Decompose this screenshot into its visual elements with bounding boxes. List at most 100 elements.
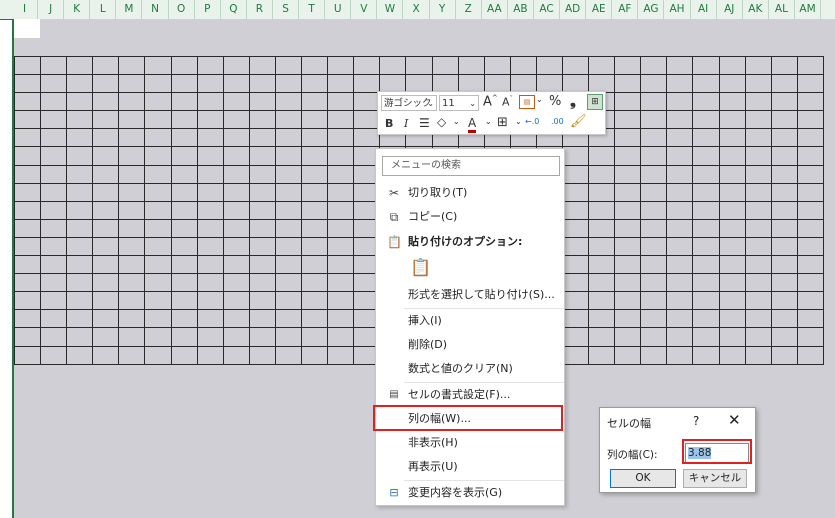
grid-cell[interactable] — [718, 164, 746, 184]
menu-item-unhide[interactable]: 再表示(U) — [376, 456, 564, 478]
grid-cell[interactable] — [301, 327, 329, 347]
grid-cell[interactable] — [744, 309, 772, 329]
grid-cell[interactable] — [13, 345, 42, 365]
grid-cell[interactable] — [92, 327, 120, 347]
grid-cell[interactable] — [118, 218, 146, 238]
grid-cell[interactable] — [92, 309, 120, 329]
grid-cell[interactable] — [666, 273, 694, 293]
borders-icon[interactable]: ⊞ — [497, 115, 508, 130]
grid-cell[interactable] — [301, 128, 329, 148]
grid-cell[interactable] — [588, 164, 616, 184]
font-name-select[interactable]: 游ゴシック ⌄ — [381, 95, 437, 111]
grid-cell[interactable] — [666, 146, 694, 166]
menu-item-hide[interactable]: 非表示(H) — [376, 432, 564, 454]
grid-cell[interactable] — [222, 218, 250, 238]
grid-cell[interactable] — [692, 273, 720, 293]
grid-cell[interactable] — [692, 74, 720, 94]
grid-cell[interactable] — [718, 128, 746, 148]
grid-cell[interactable] — [718, 218, 746, 238]
column-header-L[interactable]: L — [90, 0, 117, 19]
grid-cell[interactable] — [144, 55, 172, 76]
grid-cell[interactable] — [144, 92, 172, 112]
grid-cell[interactable] — [274, 273, 303, 293]
grid-cell[interactable] — [248, 110, 276, 130]
grid-cell[interactable] — [196, 92, 224, 112]
column-header-O[interactable]: O — [169, 0, 195, 19]
grid-cell[interactable] — [666, 55, 694, 76]
grid-cell[interactable] — [196, 110, 224, 130]
grid-cell[interactable] — [170, 255, 198, 275]
grid-cell[interactable] — [92, 55, 120, 76]
grid-cell[interactable] — [718, 236, 746, 257]
grid-cell[interactable] — [327, 273, 355, 293]
grid-cell[interactable] — [66, 345, 94, 365]
close-icon[interactable]: ✕ — [728, 412, 741, 428]
grid-cell[interactable] — [248, 273, 276, 293]
grid-cell[interactable] — [248, 128, 276, 148]
grid-cell[interactable] — [13, 200, 42, 220]
grid-cell[interactable] — [40, 345, 68, 365]
italic-button[interactable]: I — [404, 117, 408, 130]
grid-cell[interactable] — [640, 218, 668, 238]
column-header-Z[interactable]: Z — [456, 0, 482, 19]
grid-cell[interactable] — [327, 327, 355, 347]
grid-cell[interactable] — [248, 218, 276, 238]
grid-cell[interactable] — [222, 345, 250, 365]
menu-search-input[interactable]: メニューの検索 — [382, 156, 560, 176]
grid-cell[interactable] — [66, 146, 94, 166]
grid-cell[interactable] — [744, 327, 772, 347]
grid-cell[interactable] — [666, 110, 694, 130]
grid-cell[interactable] — [92, 200, 120, 220]
grid-cell[interactable] — [327, 309, 355, 329]
grid-cell[interactable] — [666, 345, 694, 365]
grid-cell[interactable] — [770, 92, 798, 112]
grid-cell[interactable] — [196, 200, 224, 220]
grid-cell[interactable] — [666, 218, 694, 238]
grid-cell[interactable] — [796, 218, 824, 238]
grid-cell[interactable] — [222, 291, 250, 311]
grid-cell[interactable] — [40, 327, 68, 347]
grid-cell[interactable] — [561, 236, 590, 257]
menu-item-format-cells[interactable]: ▤ セルの書式設定(F)... — [376, 384, 564, 406]
grid-cell[interactable] — [248, 345, 276, 365]
grid-cell[interactable] — [222, 255, 250, 275]
grid-cell[interactable] — [379, 55, 407, 76]
grid-cell[interactable] — [561, 345, 590, 365]
grid-cell[interactable] — [66, 182, 94, 202]
grid-cell[interactable] — [640, 146, 668, 166]
grid-cell[interactable] — [770, 345, 798, 365]
grid-cell[interactable] — [170, 236, 198, 257]
grid-cell[interactable] — [170, 327, 198, 347]
grid-cell[interactable] — [796, 128, 824, 148]
grid-cell[interactable] — [535, 74, 563, 94]
grid-cell[interactable] — [144, 309, 172, 329]
grid-cell[interactable] — [13, 273, 42, 293]
grid-cell[interactable] — [640, 255, 668, 275]
grid-cell[interactable] — [248, 164, 276, 184]
grid-cell[interactable] — [561, 255, 590, 275]
grid-cell[interactable] — [744, 273, 772, 293]
grid-cell[interactable] — [353, 92, 381, 112]
grid-cell[interactable] — [327, 200, 355, 220]
grid-cell[interactable] — [301, 218, 329, 238]
grid-cell[interactable] — [301, 345, 329, 365]
grid-cell[interactable] — [301, 200, 329, 220]
grid-cell[interactable] — [640, 55, 668, 76]
grid-cell[interactable] — [40, 164, 68, 184]
grid-cell[interactable] — [222, 182, 250, 202]
grid-cell[interactable] — [718, 255, 746, 275]
grid-cell[interactable] — [196, 327, 224, 347]
grid-cell[interactable] — [13, 236, 42, 257]
grid-cell[interactable] — [144, 164, 172, 184]
grid-cell[interactable] — [744, 110, 772, 130]
grid-cell[interactable] — [301, 164, 329, 184]
grid-cell[interactable] — [66, 236, 94, 257]
grid-cell[interactable] — [274, 291, 303, 311]
grid-cell[interactable] — [770, 74, 798, 94]
column-header-W[interactable]: W — [377, 0, 404, 19]
grid-cell[interactable] — [13, 110, 42, 130]
grid-cell[interactable] — [718, 92, 746, 112]
column-header-AI[interactable]: AI — [691, 0, 717, 19]
grid-cell[interactable] — [744, 74, 772, 94]
grid-cell[interactable] — [796, 345, 824, 365]
